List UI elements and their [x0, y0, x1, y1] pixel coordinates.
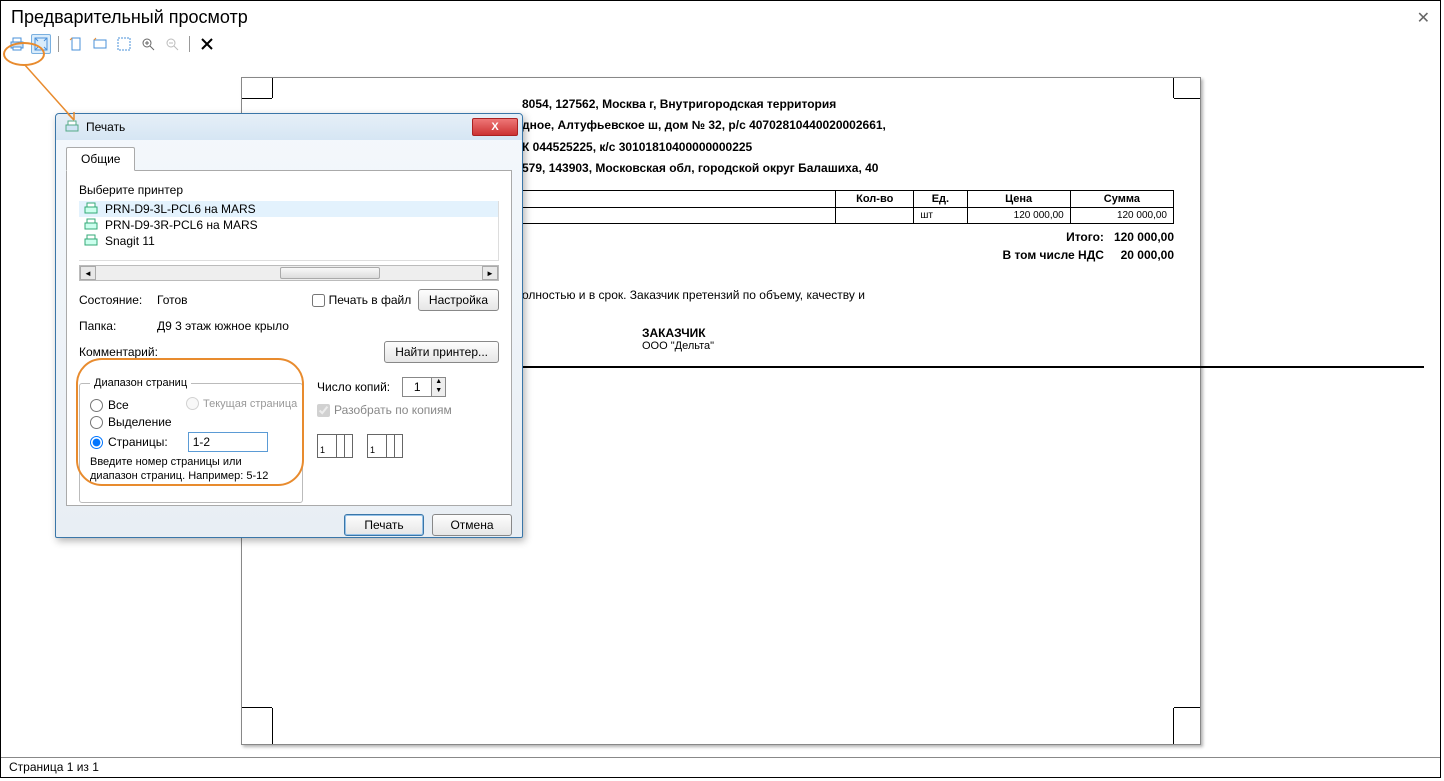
status-bar: Страница 1 из 1 [1, 757, 1440, 777]
close-preview-button[interactable]: ✕ [1417, 8, 1430, 28]
close-dialog-button[interactable]: X [472, 118, 518, 136]
copies-spinner[interactable]: ▲▼ [402, 377, 446, 397]
folder-value: Д9 3 этаж южное крыло [157, 319, 499, 333]
zoom-in-icon[interactable] [138, 34, 158, 54]
print-icon[interactable] [7, 34, 27, 54]
status-value: Готов [157, 293, 312, 307]
range-selection-radio[interactable]: Выделение [90, 415, 292, 429]
printer-list[interactable]: PRN-D9-3L-PCL6 на MARS PRN-D9-3R-PCL6 на… [79, 201, 499, 261]
page-range-group: Диапазон страниц Текущая страница Все Вы… [79, 377, 303, 503]
print-to-file-checkbox[interactable]: Печать в файл [312, 293, 412, 307]
close-icon[interactable] [197, 34, 217, 54]
printer-settings-button[interactable]: Настройка [418, 289, 499, 311]
copies-label: Число копий: [317, 380, 390, 394]
folder-label: Папка: [79, 319, 157, 333]
scroll-left-icon[interactable]: ◄ [80, 266, 96, 280]
doc-header-line: дное, Алтуфьевское ш, дом № 32, р/с 4070… [522, 117, 1174, 134]
fit-page-icon[interactable] [31, 34, 51, 54]
printer-icon [83, 234, 99, 248]
zoom-out-icon[interactable] [162, 34, 182, 54]
landscape-icon[interactable] [90, 34, 110, 54]
tab-common[interactable]: Общие [66, 147, 135, 171]
range-pages-radio[interactable]: Страницы: [90, 432, 292, 452]
printer-icon [83, 218, 99, 232]
print-dialog-title: Печать [86, 120, 472, 134]
find-printer-button[interactable]: Найти принтер... [384, 341, 499, 363]
spin-down-icon[interactable]: ▼ [432, 387, 445, 396]
printer-icon [64, 120, 80, 134]
status-label: Состояние: [79, 293, 157, 307]
range-note: Введите номер страницы или диапазон стра… [90, 456, 292, 484]
portrait-icon[interactable] [66, 34, 86, 54]
doc-header-line: 579, 143903, Московская обл, городской о… [522, 160, 1174, 177]
comment-label: Комментарий: [79, 345, 158, 359]
window-title: Предварительный просмотр [11, 7, 248, 28]
print-button[interactable]: Печать [344, 514, 424, 536]
doc-note: олностью и в срок. Заказчик претензий по… [522, 288, 1174, 302]
printer-icon [83, 202, 99, 216]
printer-item: PRN-D9-3L-PCL6 на MARS [79, 201, 498, 217]
printer-item: PRN-D9-3R-PCL6 на MARS [79, 217, 498, 233]
collate-illustration: 321 321 [317, 434, 499, 466]
collate-checkbox[interactable]: Разобрать по копиям [317, 403, 452, 417]
doc-header-line: К 044525225, к/с 30101810400000000225 [522, 139, 1174, 156]
preview-toolbar [1, 32, 1440, 60]
range-current-page: Текущая страница [186, 397, 297, 410]
zoom-select-icon[interactable] [114, 34, 134, 54]
doc-header-line: 8054, 127562, Москва г, Внутригородская … [522, 96, 1174, 113]
printer-list-scrollbar[interactable]: ◄ ► [79, 265, 499, 281]
spin-up-icon[interactable]: ▲ [432, 378, 445, 387]
select-printer-label: Выберите принтер [79, 183, 499, 197]
printer-item: Snagit 11 [79, 233, 498, 249]
cancel-button[interactable]: Отмена [432, 514, 512, 536]
page-indicator: Страница 1 из 1 [9, 760, 99, 774]
print-dialog: Печать X Общие Выберите принтер PRN-D9-3… [55, 113, 523, 538]
pages-input[interactable] [188, 432, 268, 452]
scroll-right-icon[interactable]: ► [482, 266, 498, 280]
scroll-thumb[interactable] [280, 267, 380, 279]
